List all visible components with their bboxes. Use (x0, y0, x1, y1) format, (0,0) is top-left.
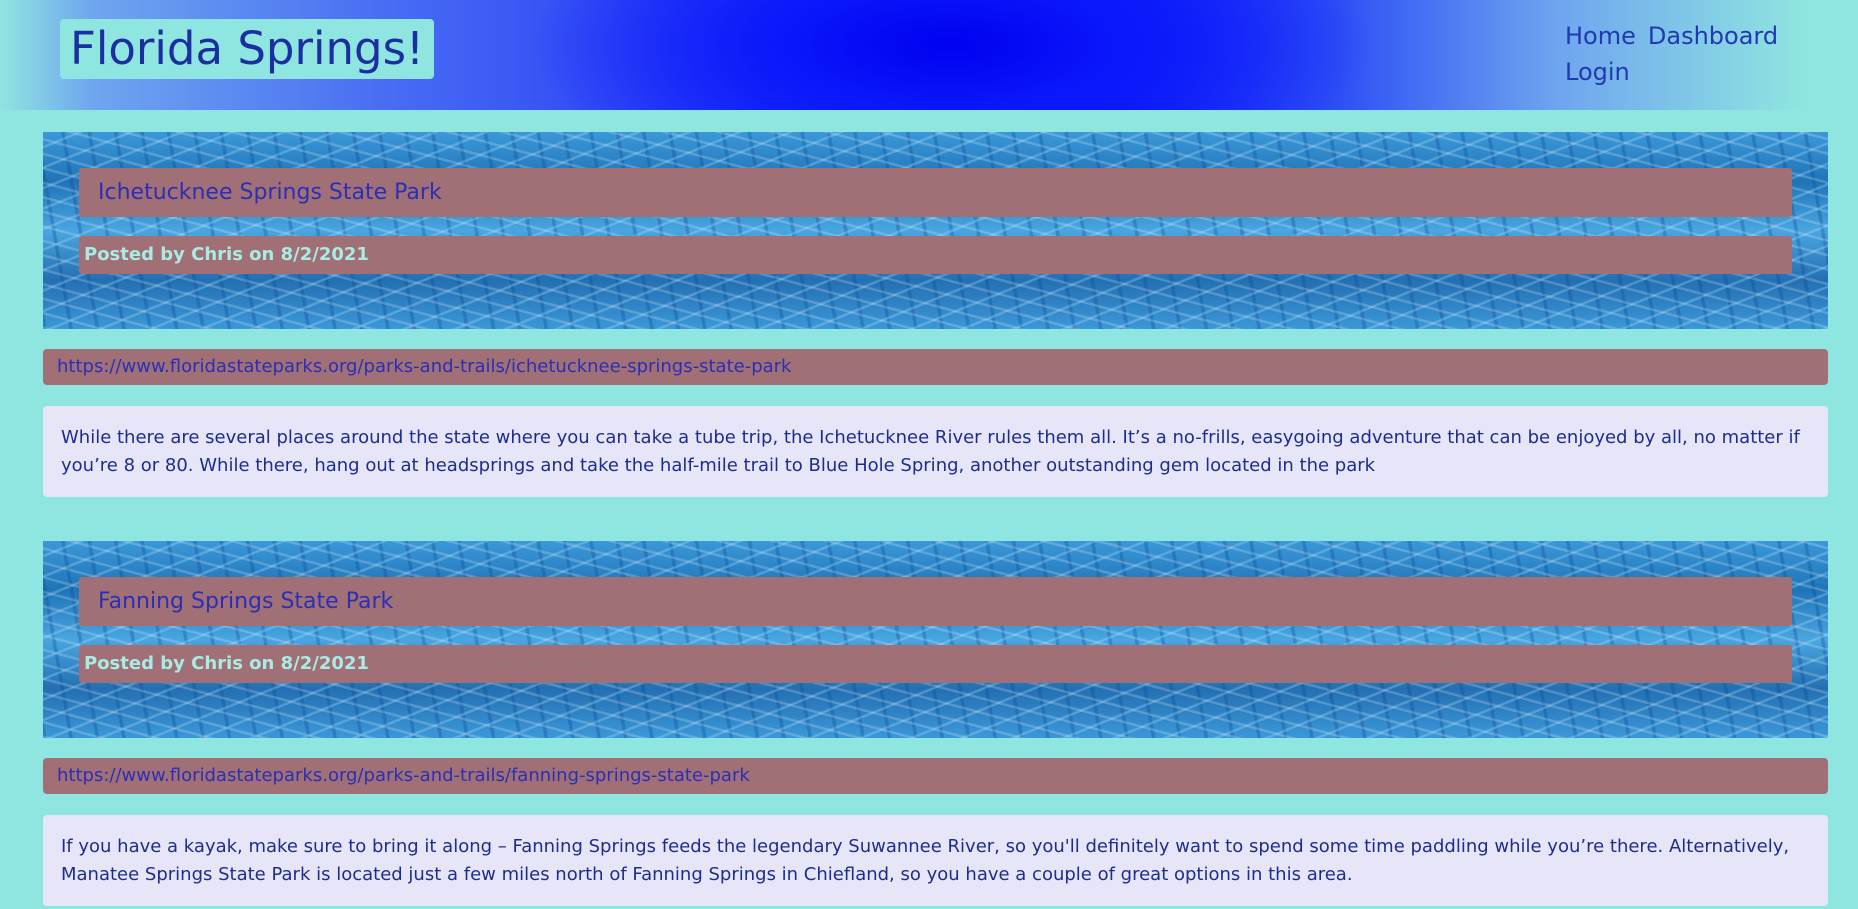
post-title[interactable]: Fanning Springs State Park (79, 577, 1792, 626)
site-header: Florida Springs! Home Dashboard Login (0, 0, 1858, 110)
post-body: If you have a kayak, make sure to bring … (43, 815, 1828, 906)
site-title[interactable]: Florida Springs! (60, 19, 435, 79)
post-meta: Posted by Chris on 8/2/2021 (79, 645, 1792, 683)
post-header: Ichetucknee Springs State Park Posted by… (43, 132, 1828, 329)
main-nav: Home Dashboard Login (1565, 18, 1795, 90)
nav-login-link[interactable]: Login (1565, 54, 1630, 90)
post-meta: Posted by Chris on 8/2/2021 (79, 236, 1792, 274)
post-url-link[interactable]: https://www.floridastateparks.org/parks-… (43, 349, 1828, 385)
post-body: While there are several places around th… (43, 406, 1828, 497)
nav-home-link[interactable]: Home (1565, 18, 1636, 54)
post-header: Fanning Springs State Park Posted by Chr… (43, 541, 1828, 738)
nav-dashboard-link[interactable]: Dashboard (1648, 18, 1778, 54)
post-title[interactable]: Ichetucknee Springs State Park (79, 168, 1792, 217)
post-url-link[interactable]: https://www.floridastateparks.org/parks-… (43, 758, 1828, 794)
